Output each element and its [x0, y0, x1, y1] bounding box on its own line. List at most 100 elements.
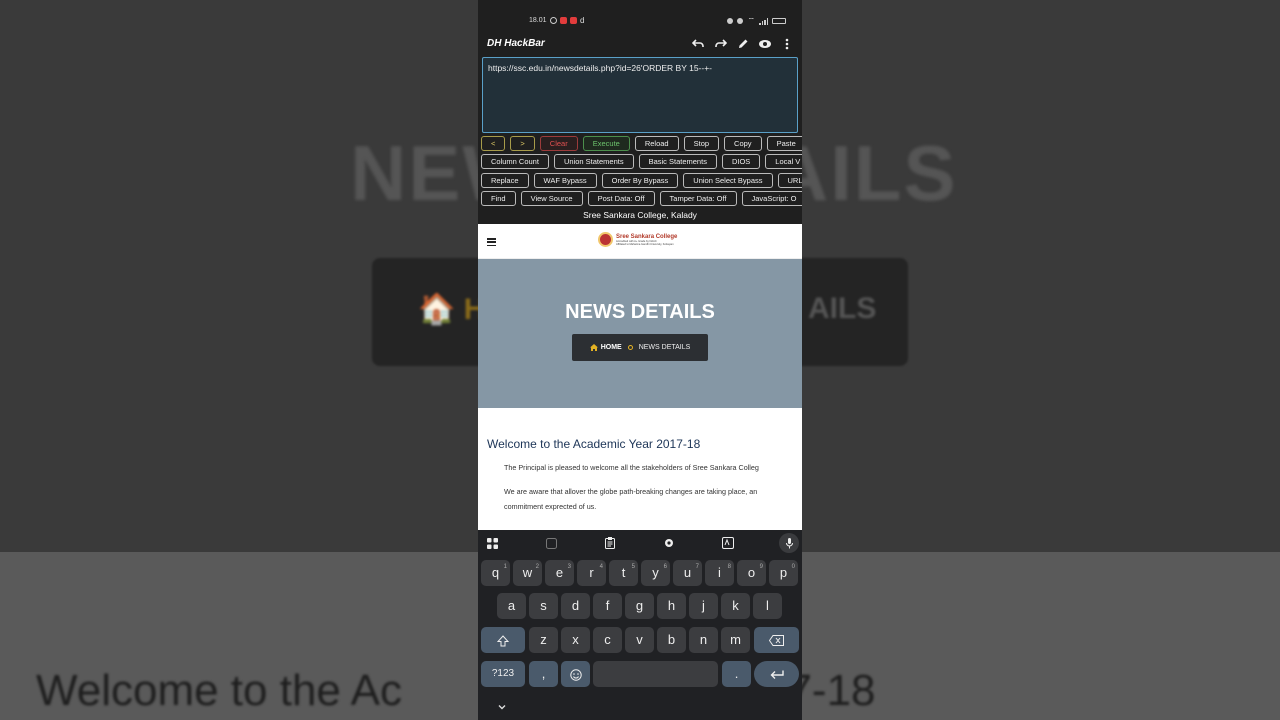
undo-icon[interactable]: [691, 36, 706, 51]
url-input[interactable]: https://ssc.edu.in/newsdetails.php?id=26…: [482, 57, 798, 133]
key-q[interactable]: q1: [481, 560, 510, 586]
key-k[interactable]: k: [721, 593, 750, 619]
apps-grid-icon[interactable]: [485, 536, 499, 550]
app-title: DH HackBar: [487, 38, 545, 49]
breadcrumb-current: NEWS DETAILS: [638, 344, 691, 351]
key-l[interactable]: l: [753, 593, 782, 619]
translate-icon[interactable]: [721, 536, 735, 550]
execute-button[interactable]: Execute: [582, 136, 630, 151]
redo-icon[interactable]: [713, 36, 728, 51]
key-s[interactable]: s: [529, 593, 558, 619]
key-d[interactable]: d: [561, 593, 590, 619]
youtube-icon: [570, 17, 577, 24]
hide-keyboard-chevron-down-icon[interactable]: [497, 703, 507, 711]
comma-key[interactable]: ,: [529, 661, 558, 687]
reload-button[interactable]: Reload: [634, 136, 679, 151]
post-data-toggle[interactable]: Post Data: Off: [587, 191, 655, 206]
clipboard-icon[interactable]: [603, 536, 617, 550]
key-c[interactable]: c: [593, 627, 622, 653]
button-row-4: Find View Source Post Data: Off Tamper D…: [481, 191, 802, 206]
clear-button[interactable]: Clear: [539, 136, 578, 151]
key-i[interactable]: i8: [705, 560, 734, 586]
paste-button[interactable]: Paste: [766, 136, 802, 151]
phone-screen: 18.01 d ⌔ DH HackBar https://ssc.edu.in/…: [478, 0, 802, 720]
battery-icon: [772, 18, 786, 24]
breadcrumb-separator-icon: [627, 345, 633, 350]
signal-icon: [759, 17, 768, 25]
stop-button[interactable]: Stop: [683, 136, 720, 151]
replace-button[interactable]: Replace: [481, 173, 529, 188]
notification-icon: [560, 17, 567, 24]
union-select-bypass-button[interactable]: Union Select Bypass: [683, 173, 773, 188]
key-x[interactable]: x: [561, 627, 590, 653]
enter-key[interactable]: [754, 661, 799, 687]
whatsapp-icon: [550, 17, 557, 24]
microphone-icon[interactable]: [779, 533, 799, 553]
local-variables-button[interactable]: Local V: [765, 154, 802, 169]
button-row-2: Column Count Union Statements Basic Stat…: [481, 154, 802, 169]
shift-key[interactable]: [481, 627, 525, 653]
find-button[interactable]: Find: [481, 191, 516, 206]
copy-button[interactable]: Copy: [724, 136, 762, 151]
settings-gear-icon[interactable]: [662, 536, 676, 550]
key-e[interactable]: e3: [545, 560, 574, 586]
key-n[interactable]: n: [689, 627, 718, 653]
notification-letter: d: [580, 16, 585, 25]
key-u[interactable]: u7: [673, 560, 702, 586]
article-paragraph-1: The Principal is pleased to welcome all …: [504, 463, 759, 472]
key-j[interactable]: j: [689, 593, 718, 619]
app-bar: DH HackBar: [478, 34, 802, 56]
space-bar[interactable]: [593, 661, 718, 687]
key-f[interactable]: f: [593, 593, 622, 619]
eye-icon[interactable]: [757, 36, 772, 51]
menu-icon[interactable]: [487, 238, 496, 246]
key-o[interactable]: o9: [737, 560, 766, 586]
breadcrumb: HOME NEWS DETAILS: [572, 334, 708, 361]
backspace-key[interactable]: [754, 627, 799, 653]
breadcrumb-home[interactable]: HOME: [589, 344, 622, 351]
key-a[interactable]: a: [497, 593, 526, 619]
key-g[interactable]: g: [625, 593, 654, 619]
key-b[interactable]: b: [657, 627, 686, 653]
background-crumb-tail: AILS: [808, 292, 877, 325]
key-h[interactable]: h: [657, 593, 686, 619]
next-button[interactable]: >: [510, 136, 535, 151]
waf-bypass-button[interactable]: WAF Bypass: [533, 173, 597, 188]
key-y[interactable]: y6: [641, 560, 670, 586]
period-key[interactable]: .: [722, 661, 751, 687]
notification-icons: d: [550, 16, 584, 25]
college-seal-icon: [598, 232, 613, 247]
key-p[interactable]: p0: [769, 560, 798, 586]
background-crumb-home: 🏠 H: [418, 293, 486, 326]
key-v[interactable]: v: [625, 627, 654, 653]
key-m[interactable]: m: [721, 627, 750, 653]
article-paragraph-2-line-2: commitment exprected of us.: [504, 502, 597, 511]
key-z[interactable]: z: [529, 627, 558, 653]
tamper-data-toggle[interactable]: Tamper Data: Off: [659, 191, 737, 206]
url-button[interactable]: URL: [777, 173, 802, 188]
dios-button[interactable]: DIOS: [721, 154, 761, 169]
logo-text-block: Sree Sankara College Accredited with A+ …: [616, 234, 677, 246]
emoji-key[interactable]: [561, 661, 590, 687]
column-count-button[interactable]: Column Count: [481, 154, 549, 169]
key-r[interactable]: r4: [577, 560, 606, 586]
basic-statements-button[interactable]: Basic Statements: [638, 154, 717, 169]
key-w[interactable]: w2: [513, 560, 542, 586]
view-source-button[interactable]: View Source: [520, 191, 583, 206]
symbols-key[interactable]: ?123: [481, 661, 525, 687]
vibrate-icon: [737, 18, 744, 24]
status-time: 18.01: [529, 17, 547, 24]
logo-subtitle-2: Affiliated to Mahatma Gandhi University,…: [616, 242, 674, 246]
site-logo[interactable]: Sree Sankara College Accredited with A+ …: [598, 232, 677, 247]
sticker-icon[interactable]: [544, 536, 558, 550]
more-icon[interactable]: [779, 36, 794, 51]
edit-icon[interactable]: [735, 36, 750, 51]
url-text[interactable]: https://ssc.edu.in/newsdetails.php?id=26…: [488, 63, 712, 73]
prev-button[interactable]: <: [481, 136, 506, 151]
dnd-icon: [727, 18, 734, 24]
javascript-toggle[interactable]: JavaScript: O: [741, 191, 802, 206]
union-statements-button[interactable]: Union Statements: [553, 154, 634, 169]
order-by-bypass-button[interactable]: Order By Bypass: [601, 173, 679, 188]
key-t[interactable]: t5: [609, 560, 638, 586]
enter-icon: [770, 670, 784, 679]
